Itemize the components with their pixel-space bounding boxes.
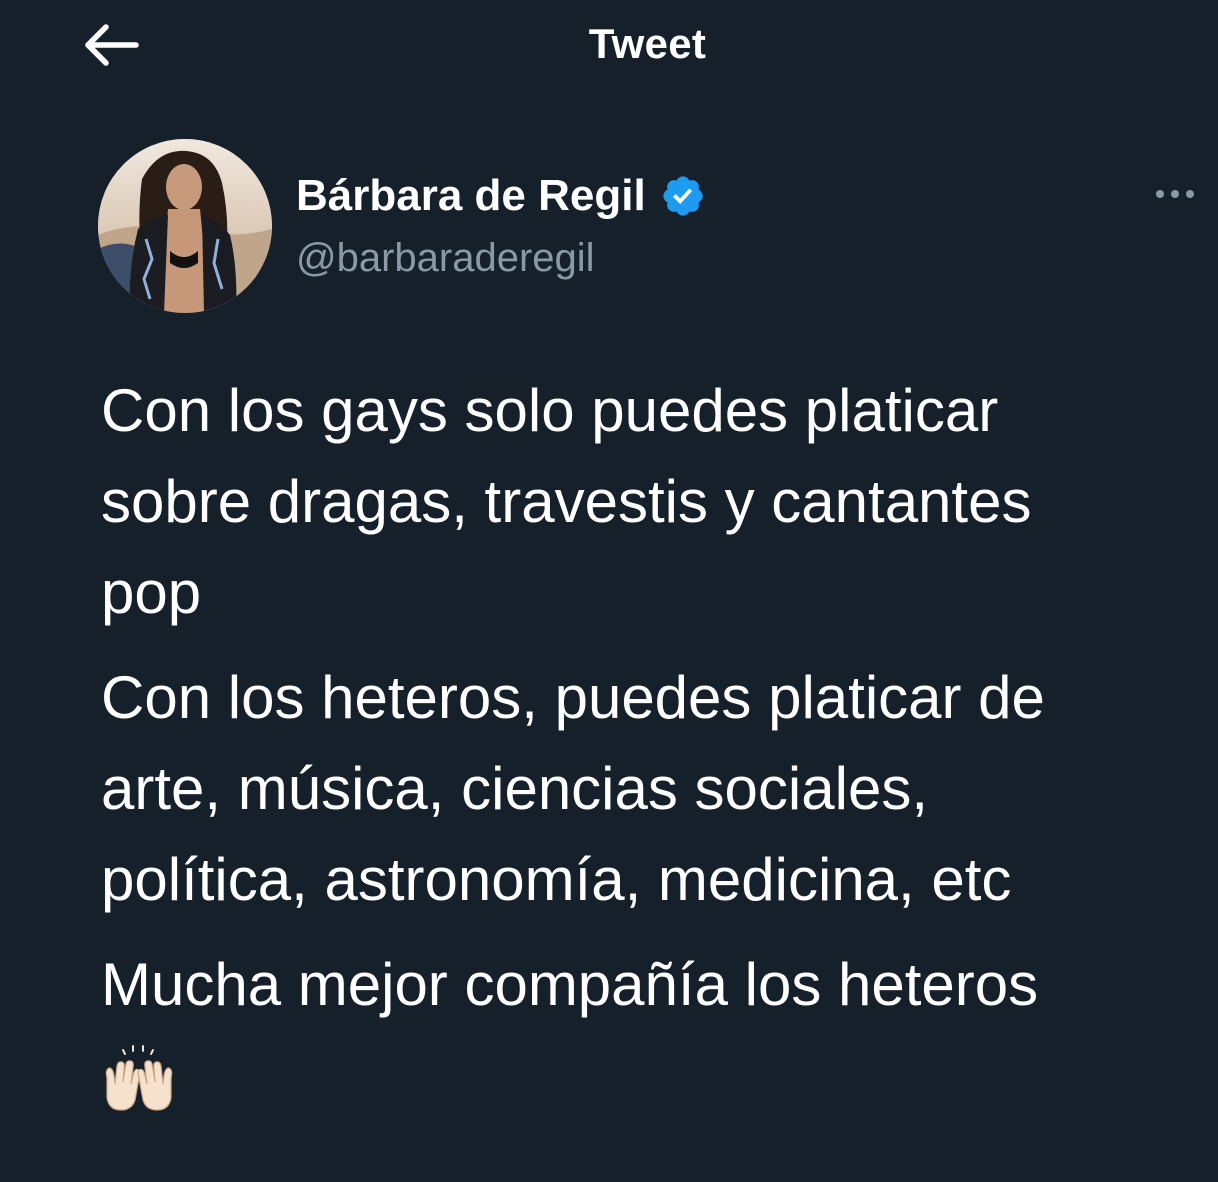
tweet-line: arte, música, ciencias sociales, bbox=[101, 755, 928, 822]
more-options-button[interactable] bbox=[1146, 176, 1204, 212]
tweet-line: Con los heteros, puedes platicar de bbox=[101, 664, 1045, 731]
more-horizontal-icon bbox=[1156, 190, 1194, 198]
tweet-line: sobre dragas, travestis y cantantes bbox=[101, 468, 1032, 535]
tweet-line: Mucha mejor compañía los heteros bbox=[101, 951, 1039, 1018]
avatar[interactable] bbox=[98, 139, 272, 313]
author-display-name: Bárbara de Regil bbox=[296, 171, 646, 220]
verified-badge-icon bbox=[663, 176, 703, 216]
top-bar: Tweet bbox=[0, 0, 1218, 90]
tweet-line: Con los gays solo puedes platicar bbox=[101, 377, 999, 444]
raising-hands-emoji bbox=[101, 1044, 177, 1114]
tweet-paragraph: Con los gays solo puedes platicar sobre … bbox=[101, 365, 1201, 638]
tweet-line: política, astronomía, medicina, etc bbox=[101, 846, 1012, 913]
author-name[interactable]: Bárbara de Regil bbox=[296, 168, 706, 224]
page-title: Tweet bbox=[588, 20, 707, 67]
tweet-line: pop bbox=[101, 559, 202, 626]
tweet-text: Con los gays solo puedes platicar sobre … bbox=[101, 365, 1201, 1044]
author-handle[interactable]: @barbaraderegil bbox=[296, 232, 595, 284]
tweet-paragraph: Mucha mejor compañía los heteros bbox=[101, 939, 1201, 1030]
tweet-paragraph: Con los heteros, puedes platicar de arte… bbox=[101, 652, 1201, 925]
